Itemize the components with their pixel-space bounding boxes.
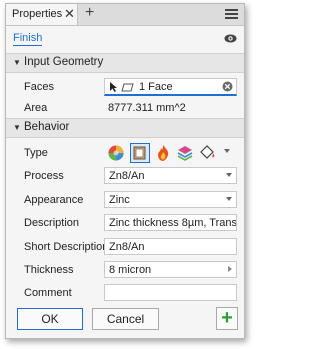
description-label: Description (24, 217, 80, 229)
appearance-icon[interactable] (107, 144, 125, 162)
layer-icon[interactable] (176, 144, 194, 162)
chevron-down-icon (226, 173, 232, 177)
tab-bar: Properties ✕ + (6, 4, 244, 26)
bucket-icon[interactable] (198, 144, 216, 162)
close-icon[interactable]: ✕ (64, 6, 75, 22)
appearance-value: Zinc (109, 194, 130, 206)
properties-panel: Properties ✕ + Finish ▼ Input Geometry F… (5, 3, 245, 339)
face-icon (121, 83, 134, 92)
comment-label: Comment (24, 287, 72, 299)
fire-icon[interactable] (154, 144, 172, 162)
thickness-label: Thickness (24, 264, 74, 276)
type-dropdown-icon[interactable] (224, 149, 230, 153)
section-behavior[interactable]: ▼ Behavior (6, 118, 244, 138)
appearance-select[interactable]: Zinc (104, 191, 237, 208)
faces-selector[interactable]: 1 Face (104, 78, 237, 96)
cursor-arrow-icon (110, 82, 117, 92)
area-label: Area (24, 102, 48, 114)
tab-title: Properties (12, 8, 63, 20)
process-select[interactable]: Zn8/An (104, 167, 237, 184)
comment-field[interactable] (104, 284, 237, 301)
clear-icon[interactable] (222, 81, 233, 92)
faces-value: 1 Face (139, 81, 173, 93)
process-value: Zn8/An (109, 170, 145, 182)
finish-row: Finish (6, 26, 244, 50)
ok-button[interactable]: OK (17, 308, 83, 330)
faces-label: Faces (24, 81, 54, 93)
chevron-down-icon (226, 197, 232, 201)
hamburger-menu-icon[interactable] (225, 9, 238, 20)
section-input-geometry[interactable]: ▼ Input Geometry (6, 53, 244, 73)
appearance-label: Appearance (24, 194, 84, 206)
thickness-value: 8 micron (109, 264, 152, 276)
process-label: Process (24, 170, 64, 182)
section-title: Behavior (24, 121, 70, 133)
type-label: Type (24, 147, 48, 159)
paint-icon-selected[interactable] (130, 143, 150, 163)
area-value: 8777.311 mm^2 (108, 102, 186, 114)
cancel-button[interactable]: Cancel (92, 308, 159, 330)
collapse-arrow-icon: ▼ (13, 123, 21, 132)
short-description-label: Short Description (24, 241, 109, 253)
section-title: Input Geometry (24, 56, 104, 68)
description-field[interactable]: Zinc thickness 8µm, Transpare (104, 214, 237, 231)
description-value: Zinc thickness 8µm, Transpare (109, 217, 237, 229)
chevron-right-icon[interactable] (228, 266, 232, 272)
finish-link[interactable]: Finish (13, 32, 43, 46)
eye-icon[interactable] (224, 34, 237, 43)
thickness-field[interactable]: 8 micron (104, 261, 237, 278)
paint-icon (133, 146, 146, 160)
short-description-value: Zn8/An (109, 241, 145, 253)
short-description-field[interactable]: Zn8/An (104, 238, 237, 255)
tab-properties[interactable]: Properties ✕ (6, 4, 78, 25)
add-button[interactable]: + (216, 307, 238, 330)
add-tab-icon[interactable]: + (85, 4, 94, 22)
collapse-arrow-icon: ▼ (13, 58, 21, 67)
